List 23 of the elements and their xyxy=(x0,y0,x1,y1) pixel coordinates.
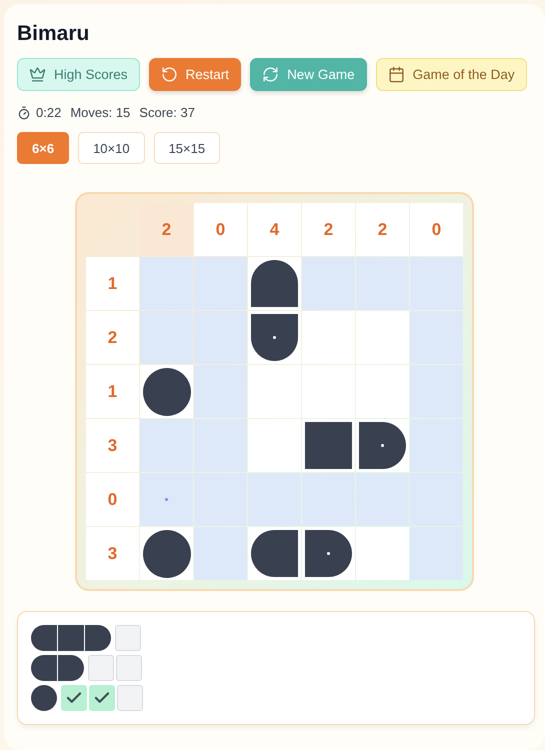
elapsed-time: 0:22 xyxy=(36,105,62,120)
column-count: 2 xyxy=(356,203,409,256)
game-title: Bimaru xyxy=(17,22,90,46)
column-count: 4 xyxy=(248,203,301,256)
column-count: 0 xyxy=(194,203,247,256)
moves-count: Moves: 15 xyxy=(70,105,130,120)
grid-size-button[interactable]: 10×10 xyxy=(78,132,145,164)
row-count: 0 xyxy=(86,473,139,526)
restart-button[interactable]: Restart xyxy=(148,58,242,91)
row-count: 1 xyxy=(86,365,139,418)
daily-button[interactable]: Game of the Day xyxy=(376,58,527,91)
grid-size-button[interactable]: 15×15 xyxy=(154,132,220,164)
row-count: 2 xyxy=(86,311,139,364)
score: Score: 37 xyxy=(139,105,195,120)
new-button[interactable]: New Game xyxy=(250,58,367,91)
scores-button[interactable]: High Scores xyxy=(17,58,140,91)
column-count: 2 xyxy=(140,203,193,256)
row-count: 3 xyxy=(86,419,139,472)
column-count: 0 xyxy=(410,203,463,256)
row-count: 3 xyxy=(86,527,139,580)
column-count: 2 xyxy=(302,203,355,256)
row-count: 1 xyxy=(86,257,139,310)
grid-size-button[interactable]: 6×6 xyxy=(17,132,70,164)
